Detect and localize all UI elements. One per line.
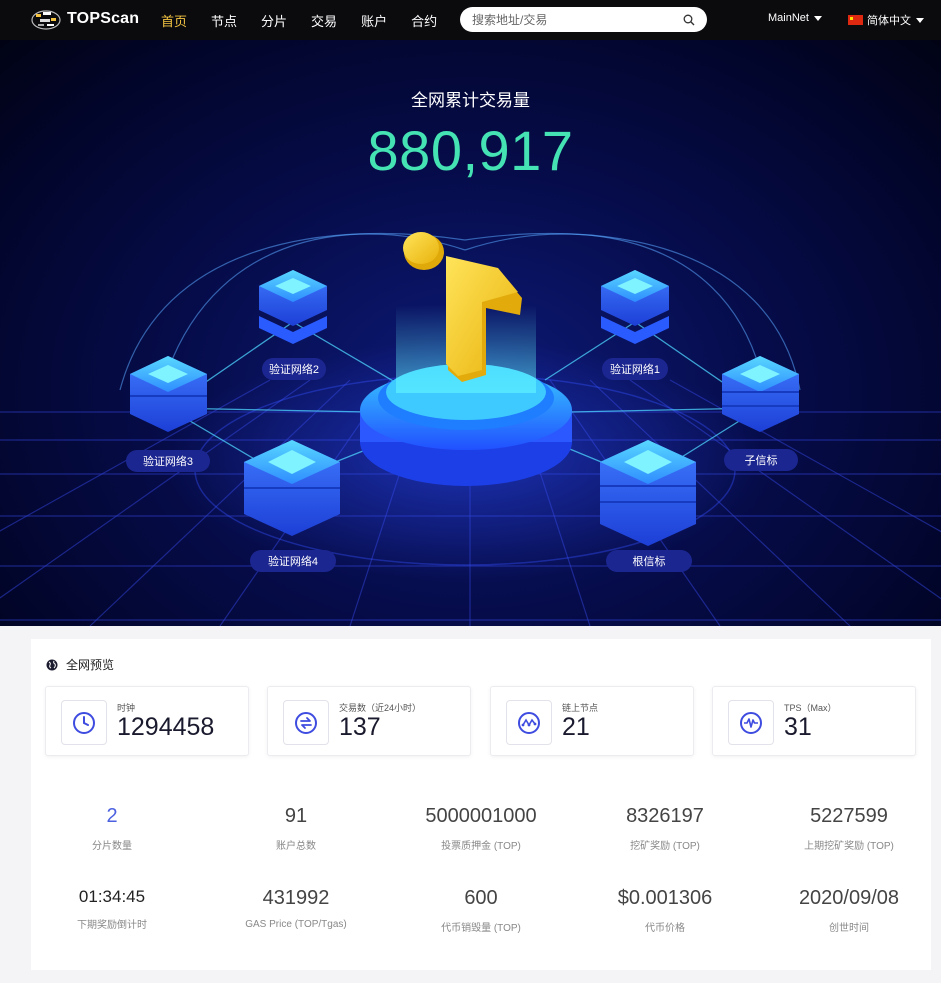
pulse-icon — [740, 711, 762, 734]
logo[interactable]: TOPScan — [30, 6, 139, 32]
reward-countdown-stat: 01:34:45 下期奖励倒计时 — [32, 887, 192, 931]
exchange-icon — [295, 711, 317, 734]
genesis-time-stat: 2020/09/08 创世时间 — [769, 887, 929, 934]
stat-value: 5227599 — [810, 805, 888, 827]
shard-count-stat: 2 分片数量 — [32, 805, 192, 852]
logo-text: TOPScan — [67, 10, 140, 27]
root-beacon-label: 根信标 — [606, 550, 692, 572]
token-price-stat: $0.001306 代币价格 — [585, 887, 745, 934]
stat-label: 代币销毁量 (TOP) — [441, 923, 521, 934]
stat-label: 挖矿奖励 (TOP) — [630, 841, 700, 852]
validator-network-3-label: 验证网络3 — [126, 450, 210, 472]
nav-transactions[interactable]: 交易 — [311, 11, 337, 30]
globe-icon — [46, 659, 58, 670]
stat-label: 分片数量 — [92, 841, 132, 852]
mining-reward-stat: 8326197 挖矿奖励 (TOP) — [585, 805, 745, 852]
nav-accounts[interactable]: 账户 — [361, 11, 387, 30]
tps-max-card: TPS（Max） 31 — [712, 686, 916, 756]
network-label: MainNet — [768, 12, 809, 24]
stat-value: 01:34:45 — [78, 887, 146, 906]
stat-value: 5000001000 — [425, 805, 537, 827]
clock-card: 时钟 1294458 — [45, 686, 249, 756]
top-navbar: TOPScan 首页 节点 分片 交易 账户 合约 MainNet 简体中文 — [0, 0, 941, 40]
stat-value: 2020/09/08 — [798, 887, 900, 909]
total-transactions-count: 880,917 — [367, 119, 574, 182]
stat-value: 8326197 — [626, 805, 704, 827]
stat-label: 投票质押金 (TOP) — [441, 841, 521, 852]
stat-label: 账户总数 — [276, 841, 316, 852]
onchain-nodes-card: 链上节点 21 — [490, 686, 694, 756]
stat-value: 91 — [284, 805, 308, 827]
nav-shards[interactable]: 分片 — [261, 11, 287, 30]
stat-value[interactable]: 2 — [32, 805, 192, 828]
clock-icon — [73, 711, 95, 734]
validator-network-2-label: 验证网络2 — [262, 358, 326, 380]
stat-label: GAS Price (TOP/Tgas) — [245, 919, 347, 930]
network-select[interactable]: MainNet — [768, 12, 822, 24]
search-input[interactable] — [472, 12, 683, 27]
search-box — [460, 7, 707, 32]
hero-banner: 全网累计交易量 880,917 验证网络2 验证网络1 验证网络3 子信标 验证… — [0, 40, 941, 626]
search-icon[interactable] — [683, 14, 695, 26]
card-value: 137 — [339, 713, 381, 741]
transactions-24h-card: 交易数（近24小时） 137 — [267, 686, 471, 756]
hero-title: 全网累计交易量 — [411, 91, 530, 110]
main-nav: 首页 节点 分片 交易 账户 合约 — [161, 0, 461, 40]
validator-network-1-label: 验证网络1 — [602, 358, 668, 380]
account-total-stat: 91 账户总数 — [216, 805, 376, 852]
stat-label: 上期挖矿奖励 (TOP) — [804, 841, 894, 852]
stat-label: 代币价格 — [645, 923, 685, 934]
nav-contracts[interactable]: 合约 — [411, 11, 437, 30]
stat-value: $0.001306 — [617, 887, 713, 909]
china-flag-icon — [848, 15, 863, 25]
network-overview-panel: 全网预览 时钟 1294458 交易数（近24小时） 137 链上节点 21 T… — [31, 639, 931, 970]
last-mining-reward-stat: 5227599 上期挖矿奖励 (TOP) — [769, 805, 929, 852]
validator2-cube-icon — [259, 270, 327, 344]
topscan-logo-icon — [31, 10, 61, 30]
language-label: 简体中文 — [867, 15, 911, 27]
card-value: 31 — [784, 713, 812, 741]
chevron-down-icon — [813, 15, 822, 21]
card-value: 1294458 — [117, 713, 215, 741]
validator-network-4-label: 验证网络4 — [250, 550, 336, 572]
token-burn-stat: 600 代币销毁量 (TOP) — [401, 887, 561, 934]
stat-value: 431992 — [262, 887, 330, 909]
card-value: 21 — [562, 713, 590, 741]
chevron-down-icon — [916, 17, 924, 23]
nodes-icon — [518, 711, 540, 734]
language-select[interactable]: 简体中文 — [848, 12, 924, 28]
gas-price-stat: 431992 GAS Price (TOP/Tgas) — [216, 887, 376, 930]
nav-nodes[interactable]: 节点 — [211, 11, 237, 30]
stat-value: 600 — [464, 887, 498, 909]
child-beacon-label: 子信标 — [724, 449, 798, 471]
vote-stake-stat: 5000001000 投票质押金 (TOP) — [401, 805, 561, 852]
stat-label: 创世时间 — [829, 923, 869, 934]
panel-title: 全网预览 — [66, 658, 115, 672]
panel-header: 全网预览 — [46, 656, 114, 673]
nav-home[interactable]: 首页 — [161, 11, 187, 30]
stat-label: 下期奖励倒计时 — [77, 920, 147, 931]
